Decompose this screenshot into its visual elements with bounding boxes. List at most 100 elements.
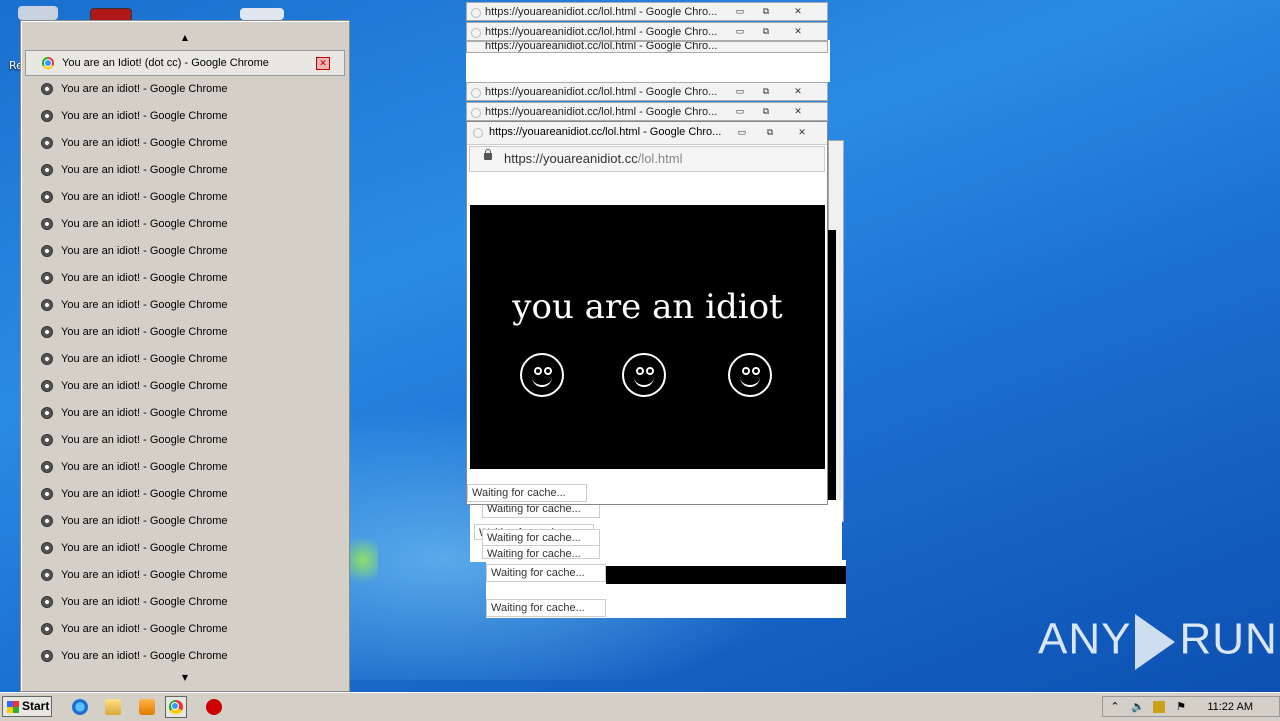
status-bubble: Waiting for cache... <box>467 484 587 502</box>
switcher-window-item[interactable]: You are an idiot! - Google Chrome <box>25 482 345 506</box>
play-logo-icon <box>1135 614 1176 670</box>
close-window-icon[interactable]: ✕ <box>316 56 330 70</box>
maximize-button[interactable]: ⧉ <box>757 85 775 97</box>
minimize-button[interactable]: ▭ <box>733 126 751 138</box>
switcher-item-title: You are an idiot! - Google Chrome <box>61 164 228 176</box>
explorer-icon[interactable] <box>105 699 121 715</box>
minimize-button[interactable]: ▭ <box>731 105 749 117</box>
globe-icon <box>41 434 53 446</box>
start-button[interactable]: Start <box>2 696 52 717</box>
switcher-window-item[interactable]: You are an idiot! - Google Chrome <box>25 455 345 479</box>
globe-icon <box>41 515 53 527</box>
switcher-window-item[interactable]: You are an idiot! - Google Chrome <box>25 374 345 398</box>
document-icon[interactable] <box>240 8 284 20</box>
url-path: /lol.html <box>637 151 683 166</box>
status-bubble: Waiting for cache... <box>486 564 606 582</box>
chrome-window-titlebar[interactable]: https://youareanidiot.cc/lol.html - Goog… <box>466 41 828 53</box>
close-button[interactable]: ✕ <box>789 105 807 117</box>
scroll-down-arrow[interactable]: ▼ <box>21 673 349 682</box>
smiley-icon <box>622 353 666 397</box>
switcher-window-item[interactable]: You are an idiot! - Google Chrome <box>25 239 345 263</box>
switcher-window-item[interactable]: You are an Idiot! (dot cc) - Google Chro… <box>25 50 345 76</box>
minimize-button[interactable]: ▭ <box>731 5 749 17</box>
switcher-window-item[interactable]: You are an idiot! - Google Chrome <box>25 131 345 155</box>
switcher-window-item[interactable]: You are an idiot! - Google Chrome <box>25 212 345 236</box>
ie-icon[interactable] <box>72 699 88 715</box>
stop-icon[interactable] <box>206 699 222 715</box>
chrome-taskbar-button[interactable] <box>165 696 187 718</box>
switcher-window-item[interactable]: You are an idiot! - Google Chrome <box>25 563 345 587</box>
switcher-item-title: You are an idiot! - Google Chrome <box>61 515 228 527</box>
minimize-button[interactable]: ▭ <box>731 85 749 97</box>
switcher-window-item[interactable]: You are an idiot! - Google Chrome <box>25 293 345 317</box>
chrome-popup-window[interactable]: https://youareanidiot.cc/lol.html - Goog… <box>466 121 828 505</box>
maximize-button[interactable]: ⧉ <box>757 105 775 117</box>
window-titlebar[interactable]: https://youareanidiot.cc/lol.html - Goog… <box>467 122 827 145</box>
switcher-item-title: You are an idiot! - Google Chrome <box>61 488 228 500</box>
scroll-up-arrow[interactable]: ▲ <box>21 33 349 42</box>
chrome-window-titlebar[interactable]: https://youareanidiot.cc/lol.html - Goog… <box>466 2 828 21</box>
switcher-item-title: You are an idiot! - Google Chrome <box>61 650 228 662</box>
chrome-icon <box>471 8 481 18</box>
recycle-bin-icon[interactable] <box>18 6 58 20</box>
globe-icon <box>41 326 53 338</box>
switcher-item-title: You are an idiot! - Google Chrome <box>61 191 228 203</box>
flag-icon[interactable]: ⚑ <box>1175 701 1187 713</box>
close-button[interactable]: ✕ <box>789 5 807 17</box>
switcher-window-item[interactable]: You are an idiot! - Google Chrome <box>25 536 345 560</box>
globe-icon <box>41 353 53 365</box>
chrome-window-titlebar[interactable]: https://youareanidiot.cc/lol.html - Goog… <box>466 102 828 121</box>
switcher-window-item[interactable]: You are an idiot! - Google Chrome <box>25 428 345 452</box>
globe-icon <box>41 164 53 176</box>
maximize-button[interactable]: ⧉ <box>757 5 775 17</box>
maximize-button[interactable]: ⧉ <box>757 25 775 37</box>
switcher-item-title: You are an idiot! - Google Chrome <box>61 245 228 257</box>
chevron-up-icon[interactable]: ⌃ <box>1109 701 1121 713</box>
close-button[interactable]: ✕ <box>793 126 811 138</box>
switcher-window-item[interactable]: You are an idiot! - Google Chrome <box>25 266 345 290</box>
minimize-button[interactable]: ▭ <box>731 25 749 37</box>
window-layer-dark <box>606 566 846 584</box>
switcher-item-title: You are an idiot! - Google Chrome <box>61 623 228 635</box>
switcher-item-title: You are an idiot! - Google Chrome <box>61 218 228 230</box>
address-bar[interactable]: https://youareanidiot.cc/lol.html <box>469 146 825 172</box>
maximize-button[interactable]: ⧉ <box>761 126 779 138</box>
clock[interactable]: 11:22 AM <box>1207 701 1253 713</box>
switcher-window-item[interactable]: You are an idiot! - Google Chrome <box>25 77 345 101</box>
taskbar: Start ⌃ 🔈 ⚑ 11:22 AM <box>0 692 1280 721</box>
globe-icon <box>41 191 53 203</box>
page-content: you are an idiot <box>470 205 825 469</box>
chrome-icon <box>471 88 481 98</box>
globe-icon <box>41 407 53 419</box>
status-bubble: Waiting for cache... <box>482 545 600 560</box>
switcher-item-title: You are an idiot! - Google Chrome <box>61 380 228 392</box>
switcher-window-item[interactable]: You are an idiot! - Google Chrome <box>25 104 345 128</box>
switcher-window-item[interactable]: You are an idiot! - Google Chrome <box>25 320 345 344</box>
switcher-window-item[interactable]: You are an idiot! - Google Chrome <box>25 347 345 371</box>
switcher-item-title: You are an idiot! - Google Chrome <box>61 137 228 149</box>
switcher-item-title: You are an idiot! - Google Chrome <box>61 353 228 365</box>
chrome-icon <box>471 108 481 118</box>
switcher-window-item[interactable]: You are an idiot! - Google Chrome <box>25 158 345 182</box>
switcher-window-item[interactable]: You are an idiot! - Google Chrome <box>25 644 345 668</box>
network-icon[interactable] <box>1153 701 1165 713</box>
url-host: https://youareanidiot.cc <box>504 151 638 166</box>
window-switcher-list[interactable]: ▲ You are an Idiot! (dot cc) - Google Ch… <box>20 20 350 692</box>
switcher-window-item[interactable]: You are an idiot! - Google Chrome <box>25 617 345 641</box>
close-button[interactable]: ✕ <box>789 25 807 37</box>
switcher-item-title: You are an idiot! - Google Chrome <box>61 569 228 581</box>
globe-icon <box>41 461 53 473</box>
windows-logo-icon <box>7 701 19 713</box>
switcher-window-item[interactable]: You are an idiot! - Google Chrome <box>25 590 345 614</box>
chrome-window-titlebar[interactable]: https://youareanidiot.cc/lol.html - Goog… <box>466 22 828 41</box>
volume-icon[interactable]: 🔈 <box>1131 701 1145 713</box>
switcher-window-item[interactable]: You are an idiot! - Google Chrome <box>25 185 345 209</box>
switcher-window-item[interactable]: You are an idiot! - Google Chrome <box>25 401 345 425</box>
media-player-icon[interactable] <box>139 699 155 715</box>
switcher-item-title: You are an idiot! - Google Chrome <box>61 596 228 608</box>
chrome-icon <box>471 28 481 38</box>
close-button[interactable]: ✕ <box>789 85 807 97</box>
status-bubble: Waiting for cache... <box>486 599 606 617</box>
switcher-window-item[interactable]: You are an idiot! - Google Chrome <box>25 509 345 533</box>
chrome-window-titlebar[interactable]: https://youareanidiot.cc/lol.html - Goog… <box>466 82 828 101</box>
